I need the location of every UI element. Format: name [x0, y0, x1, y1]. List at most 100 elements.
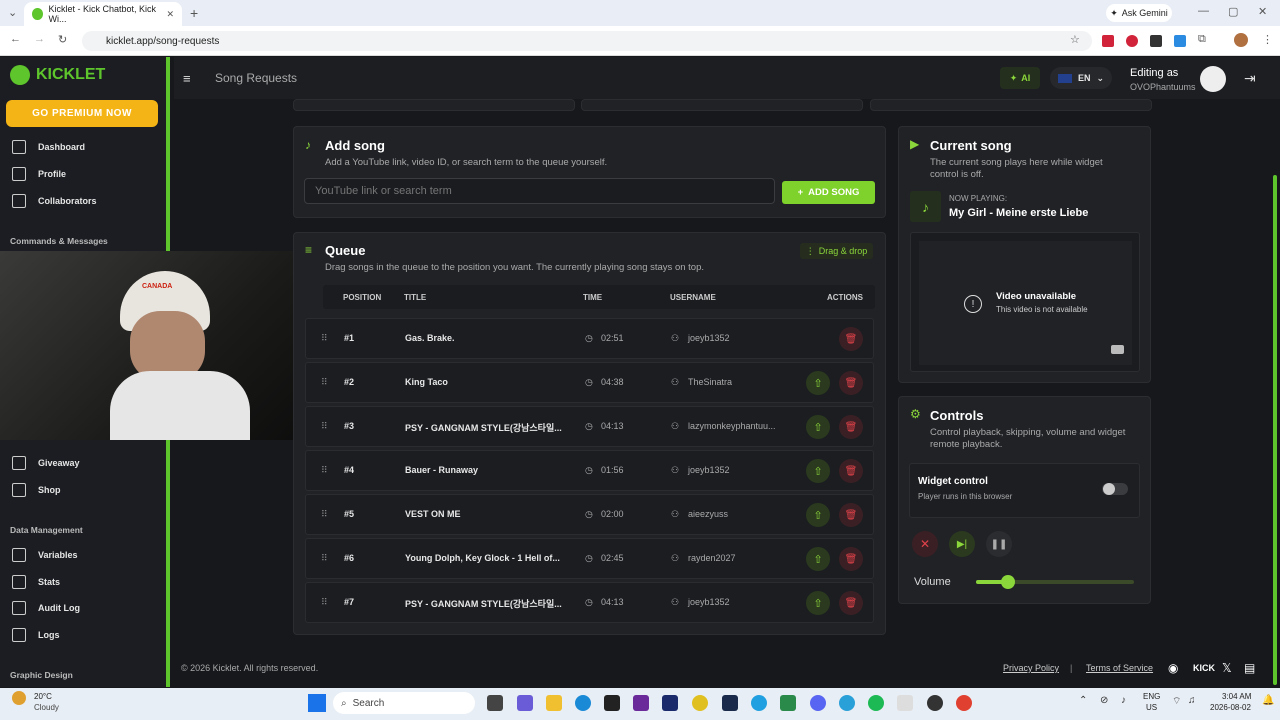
drag-handle-icon[interactable]: ⠿: [321, 377, 328, 388]
extension-icon[interactable]: [1126, 35, 1138, 47]
volume-knob[interactable]: [1000, 575, 1015, 589]
wifi-icon[interactable]: ⌔: [1172, 695, 1181, 708]
chrome-icon[interactable]: [956, 695, 972, 711]
browser-menu-icon[interactable]: ⋮: [1262, 33, 1273, 46]
maximize-icon[interactable]: ▢: [1228, 5, 1238, 18]
keyboard-lang[interactable]: ENG: [1143, 692, 1160, 701]
table-row[interactable]: ⠿ #7 PSY - GANGNAM STYLE(강남스타일... ◷ 04:1…: [305, 582, 874, 623]
terms-link[interactable]: Terms of Service: [1086, 663, 1153, 673]
table-row[interactable]: ⠿ #3 PSY - GANGNAM STYLE(강남스타일... ◷ 04:1…: [305, 406, 874, 447]
sidebar-item-logs[interactable]: Logs: [12, 628, 60, 642]
taskbar-search[interactable]: ⌕ Search: [333, 692, 475, 714]
app-icon[interactable]: [604, 695, 620, 711]
drag-handle-icon[interactable]: ⠿: [321, 421, 328, 432]
sidebar-item-giveaway[interactable]: Giveaway: [12, 456, 80, 470]
delete-icon[interactable]: 🗑: [839, 459, 863, 483]
sidebar-item-audit-log[interactable]: Audit Log: [12, 601, 80, 615]
back-icon[interactable]: ←: [10, 33, 21, 45]
forward-icon[interactable]: →: [34, 33, 45, 45]
add-song-button[interactable]: + ADD SONG: [782, 181, 875, 204]
delete-icon[interactable]: 🗑: [839, 415, 863, 439]
taskview-icon[interactable]: [487, 695, 503, 711]
drag-handle-icon[interactable]: ⠿: [321, 509, 328, 520]
spotify-icon[interactable]: [868, 695, 884, 711]
skip-icon[interactable]: ▶|: [949, 531, 975, 557]
move-up-icon[interactable]: ⇧: [806, 415, 830, 439]
browser-tab[interactable]: Kicklet - Kick Chatbot, Kick Wi... ✕: [24, 2, 182, 26]
logout-icon[interactable]: ⇥: [1244, 70, 1256, 87]
drag-handle-icon[interactable]: ⠿: [321, 597, 328, 608]
app-icon[interactable]: [897, 695, 913, 711]
table-row[interactable]: ⠿ #4 Bauer - Runaway ◷ 01:56 ⚇ joeyb1352…: [305, 450, 874, 491]
new-tab-icon[interactable]: +: [190, 5, 198, 21]
language-select[interactable]: EN ⌄: [1050, 67, 1112, 89]
steam-icon[interactable]: [722, 695, 738, 711]
drag-handle-icon[interactable]: ⠿: [321, 465, 328, 476]
sidebar-item-dashboard[interactable]: Dashboard: [12, 140, 85, 154]
move-up-icon[interactable]: ⇧: [806, 503, 830, 527]
app-icon[interactable]: [692, 695, 708, 711]
delete-icon[interactable]: 🗑: [839, 503, 863, 527]
minimize-icon[interactable]: —: [1198, 5, 1209, 17]
menu-toggle-icon[interactable]: ≡: [183, 71, 191, 86]
video-embed[interactable]: ! Video unavailable This video is not av…: [910, 232, 1140, 372]
volume-slider[interactable]: [976, 575, 1134, 589]
sidebar-item-stats[interactable]: Stats: [12, 575, 60, 589]
page-scrollbar[interactable]: [1273, 175, 1277, 685]
close-tab-icon[interactable]: ✕: [166, 9, 174, 20]
windows-start-icon[interactable]: [308, 694, 326, 712]
extensions-puzzle-icon[interactable]: ⧉: [1198, 33, 1206, 46]
reload-icon[interactable]: ↻: [58, 33, 67, 46]
clock-time[interactable]: 3:04 AM: [1222, 692, 1251, 701]
sidebar-item-profile[interactable]: Profile: [12, 167, 66, 181]
app-icon[interactable]: [780, 695, 796, 711]
mic-icon[interactable]: ♪: [1121, 695, 1126, 706]
app-icon[interactable]: [751, 695, 767, 711]
table-row[interactable]: ⠿ #2 King Taco ◷ 04:38 ⚇ TheSinatra ⇧ 🗑: [305, 362, 874, 403]
privacy-policy-link[interactable]: Privacy Policy: [1003, 663, 1059, 673]
drag-handle-icon[interactable]: ⠿: [321, 333, 328, 344]
move-up-icon[interactable]: ⇧: [806, 591, 830, 615]
tab-list-icon[interactable]: ⌄: [8, 6, 17, 19]
song-search-input[interactable]: [304, 178, 775, 204]
delete-icon[interactable]: 🗑: [839, 591, 863, 615]
profile-avatar-icon[interactable]: [1234, 33, 1248, 47]
premiere-icon[interactable]: [662, 695, 678, 711]
stop-icon[interactable]: ✕: [912, 531, 938, 557]
table-row[interactable]: ⠿ #1 Gas. Brake. ◷ 02:51 ⚇ joeyb1352 🗑: [305, 318, 874, 359]
delete-icon[interactable]: 🗑: [839, 371, 863, 395]
discord-icon[interactable]: ◉: [1168, 661, 1178, 675]
move-up-icon[interactable]: ⇧: [806, 547, 830, 571]
table-row[interactable]: ⠿ #5 VEST ON ME ◷ 02:00 ⚇ aieezyuss ⇧ 🗑: [305, 494, 874, 535]
extension-icon[interactable]: [1150, 35, 1162, 47]
drag-handle-icon[interactable]: ⠿: [321, 553, 328, 564]
volume-tray-icon[interactable]: ♫: [1188, 695, 1196, 706]
url-field[interactable]: kicklet.app/song-requests: [82, 31, 1092, 51]
widget-control-toggle[interactable]: [1102, 483, 1128, 495]
close-window-icon[interactable]: ✕: [1258, 5, 1267, 18]
extension-icon[interactable]: [1174, 35, 1186, 47]
discord-taskbar-icon[interactable]: [810, 695, 826, 711]
app-icon[interactable]: [517, 695, 533, 711]
nzxt-icon[interactable]: [633, 695, 649, 711]
ai-button[interactable]: ✦ AI: [1000, 67, 1040, 89]
app-icon[interactable]: [927, 695, 943, 711]
telegram-icon[interactable]: [839, 695, 855, 711]
delete-icon[interactable]: 🗑: [839, 547, 863, 571]
extension-icon[interactable]: [1102, 35, 1114, 47]
kick-icon[interactable]: KICK: [1193, 663, 1215, 673]
docs-icon[interactable]: ▤: [1244, 661, 1255, 675]
bookmark-star-icon[interactable]: ☆: [1070, 33, 1080, 46]
user-avatar[interactable]: [1200, 66, 1226, 92]
sidebar-item-shop[interactable]: Shop: [12, 483, 61, 497]
weather-icon[interactable]: [12, 691, 26, 705]
explorer-icon[interactable]: [546, 695, 562, 711]
sidebar-item-collaborators[interactable]: Collaborators: [12, 194, 97, 208]
delete-icon[interactable]: 🗑: [839, 327, 863, 351]
network-icon[interactable]: ⊘: [1100, 695, 1108, 706]
pause-icon[interactable]: ❚❚: [986, 531, 1012, 557]
table-row[interactable]: ⠿ #6 Young Dolph, Key Glock - 1 Hell of.…: [305, 538, 874, 579]
x-icon[interactable]: 𝕏: [1222, 661, 1232, 675]
sidebar-item-variables[interactable]: Variables: [12, 548, 78, 562]
move-up-icon[interactable]: ⇧: [806, 459, 830, 483]
